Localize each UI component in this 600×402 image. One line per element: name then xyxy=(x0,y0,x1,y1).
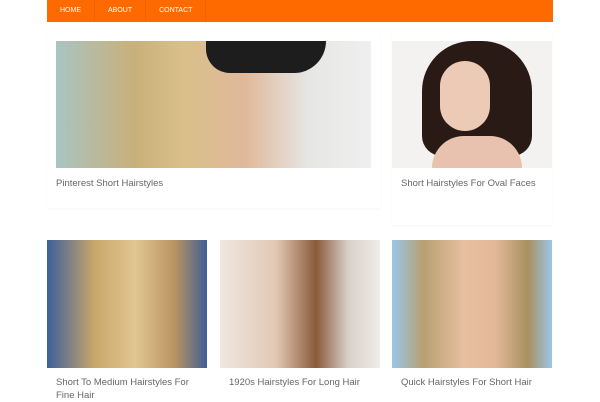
nav-contact[interactable]: Contact xyxy=(146,0,207,22)
post-title[interactable]: Quick Hairstyles For Short Hair xyxy=(401,376,532,389)
nav-home[interactable]: Home xyxy=(47,0,95,22)
post-title[interactable]: Short To Medium Hairstyles For Fine Hair xyxy=(56,376,206,402)
post-title[interactable]: Short Hairstyles For Oval Faces xyxy=(401,177,536,190)
sunglasses xyxy=(206,41,326,73)
post-image[interactable] xyxy=(392,41,552,168)
post-image[interactable] xyxy=(220,240,380,368)
post-image[interactable] xyxy=(47,240,207,368)
post-image[interactable] xyxy=(392,240,552,368)
post-image[interactable] xyxy=(56,41,371,168)
post-title[interactable]: 1920s Hairstyles For Long Hair xyxy=(229,376,360,389)
nav-about[interactable]: About xyxy=(95,0,147,22)
main-nav: Home About Contact xyxy=(47,0,553,22)
post-title[interactable]: Pinterest Short Hairstyles xyxy=(56,177,163,190)
